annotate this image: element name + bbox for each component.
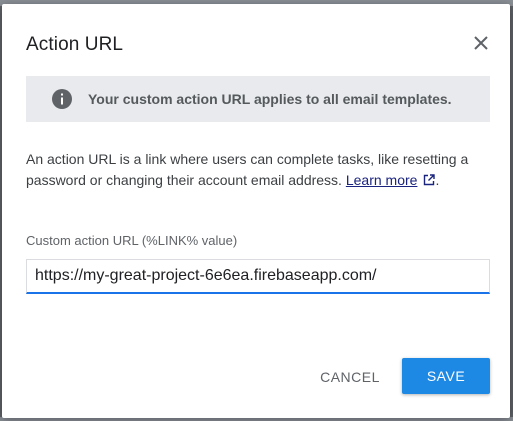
cancel-button[interactable]: CANCEL — [308, 359, 392, 395]
description: An action URL is a link where users can … — [26, 149, 496, 191]
save-button[interactable]: SAVE — [402, 358, 490, 394]
banner-text: Your custom action URL applies to all em… — [88, 91, 452, 107]
external-link-icon[interactable] — [423, 174, 436, 186]
info-banner: Your custom action URL applies to all em… — [26, 76, 490, 122]
close-button[interactable] — [470, 32, 492, 54]
dialog-title: Action URL — [26, 34, 124, 55]
learn-more-link[interactable]: Learn more — [346, 172, 418, 188]
info-icon — [52, 89, 72, 109]
description-end: . — [435, 172, 440, 188]
close-icon — [474, 36, 488, 50]
action-url-input[interactable] — [26, 259, 490, 294]
action-url-dialog: Action URL Your custom action URL applie… — [2, 4, 510, 418]
field-label: Custom action URL (%LINK% value) — [26, 233, 238, 248]
